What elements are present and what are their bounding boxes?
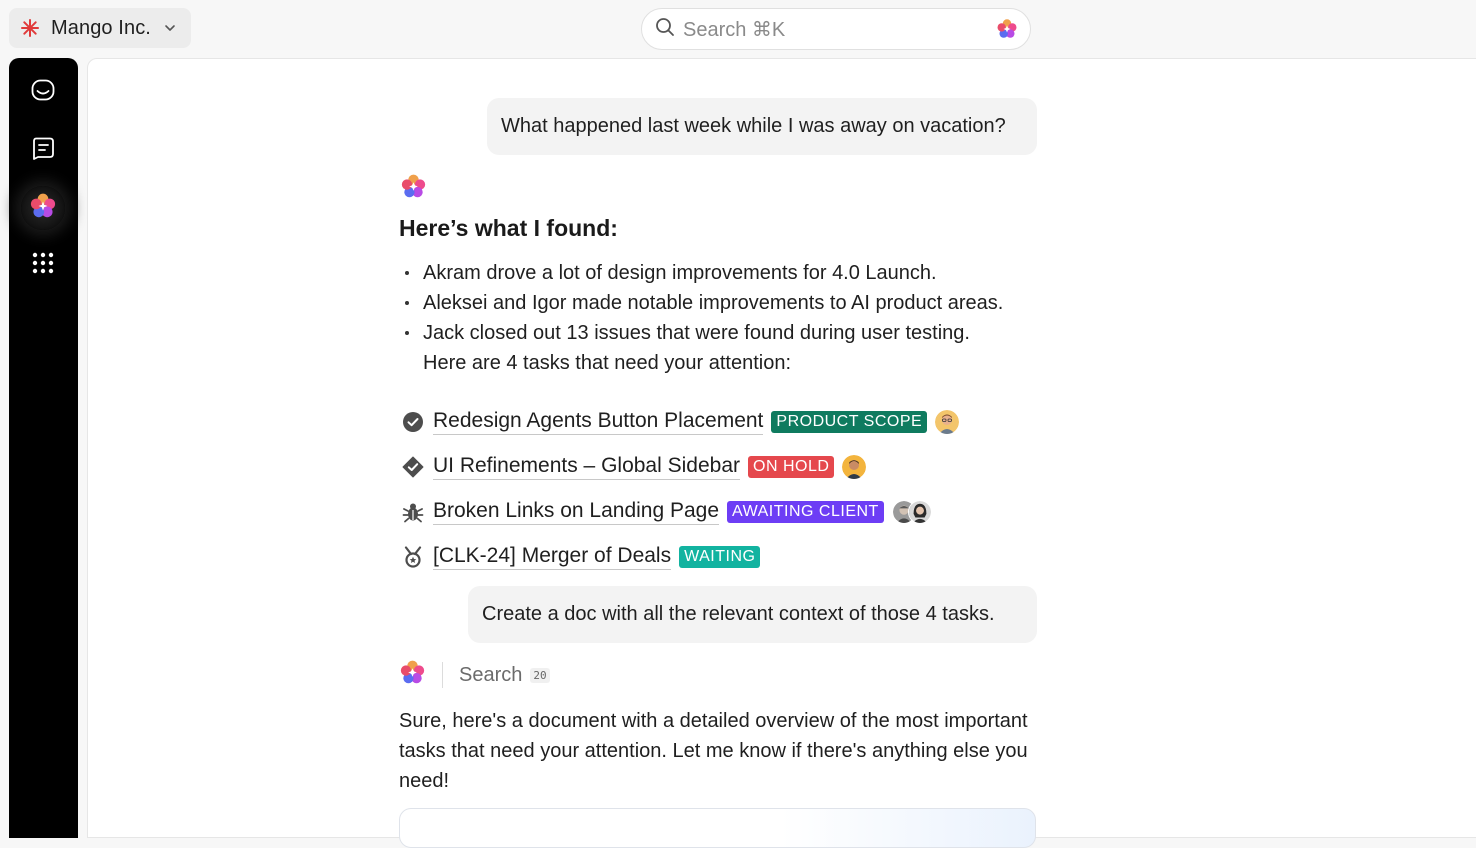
task-row[interactable]: Broken Links on Landing Page AWAITING CL… (401, 489, 959, 534)
task-title-link[interactable]: Redesign Agents Button Placement (433, 409, 764, 435)
search-result-count: 20 (530, 667, 550, 683)
divider (442, 662, 443, 688)
sidebar-item-inbox[interactable] (21, 70, 65, 114)
document-card[interactable] (399, 808, 1036, 848)
ai-search-step[interactable]: Search 20 (399, 660, 550, 690)
ai-response-bullets: Akram drove a lot of design improvements… (399, 258, 1059, 378)
top-bar: Mango Inc. Search ⌘K (0, 0, 1476, 58)
ai-response-heading: Here’s what I found: (399, 215, 618, 241)
inbox-icon (30, 77, 56, 108)
sidebar-item-ai-brain[interactable] (21, 186, 65, 230)
ai-reply-text: Sure, here's a document with a detailed … (399, 710, 1028, 792)
list-item-continuation: Here are 4 tasks that need your attentio… (423, 352, 791, 374)
task-row[interactable]: Redesign Agents Button Placement PRODUCT… (401, 399, 960, 444)
status-badge[interactable]: AWAITING CLIENT (727, 500, 884, 523)
avatar[interactable] (842, 454, 867, 479)
user-message: What happened last week while I was away… (487, 98, 1037, 155)
global-search-bar[interactable]: Search ⌘K (641, 8, 1031, 50)
list-item: Akram drove a lot of design improvements… (399, 258, 1059, 288)
avatar-group[interactable] (891, 499, 932, 524)
list-item: Jack closed out 13 issues that were foun… (399, 318, 1059, 348)
sidebar-item-apps[interactable] (21, 243, 65, 287)
ai-brain-icon (399, 659, 426, 691)
user-message-text: Create a doc with all the relevant conte… (482, 603, 995, 625)
medal-icon (401, 545, 425, 569)
task-title-link[interactable]: [CLK-24] Merger of Deals (433, 544, 672, 570)
task-row[interactable]: UI Refinements – Global Sidebar ON HOLD (401, 444, 959, 489)
sidebar-item-chat[interactable] (21, 128, 65, 172)
workspace-name: Mango Inc. (51, 16, 151, 39)
status-badge[interactable]: WAITING (679, 545, 761, 568)
avatar[interactable] (907, 499, 932, 524)
task-title-link[interactable]: UI Refinements – Global Sidebar (433, 454, 740, 480)
avatar[interactable] (935, 409, 960, 434)
user-message: Create a doc with all the relevant conte… (468, 586, 1037, 643)
chevron-down-icon (163, 21, 177, 35)
workspace-switcher[interactable]: Mango Inc. (9, 8, 191, 48)
check-circle-icon (401, 410, 425, 434)
ai-brain-icon (29, 192, 57, 225)
list-item: Aleksei and Igor made notable improvemen… (399, 288, 1059, 318)
ai-brain-icon (400, 173, 427, 205)
search-placeholder: Search ⌘K (683, 18, 786, 41)
user-message-text: What happened last week while I was away… (501, 115, 1006, 137)
status-badge[interactable]: PRODUCT SCOPE (771, 410, 928, 433)
task-row[interactable]: [CLK-24] Merger of Deals WAITING (401, 534, 959, 579)
task-title-link[interactable]: Broken Links on Landing Page (433, 499, 720, 525)
search-step-label[interactable]: Search (459, 664, 522, 687)
task-list: Redesign Agents Button Placement PRODUCT… (401, 399, 960, 579)
search-icon (655, 17, 675, 42)
bug-icon (401, 500, 425, 524)
workspace-logo-icon (19, 17, 41, 39)
chat-icon (30, 135, 56, 166)
ai-brain-icon[interactable] (996, 18, 1018, 45)
check-diamond-icon (401, 455, 425, 479)
apps-grid-icon (31, 251, 55, 280)
status-badge[interactable]: ON HOLD (748, 455, 835, 478)
left-sidebar (9, 58, 78, 838)
